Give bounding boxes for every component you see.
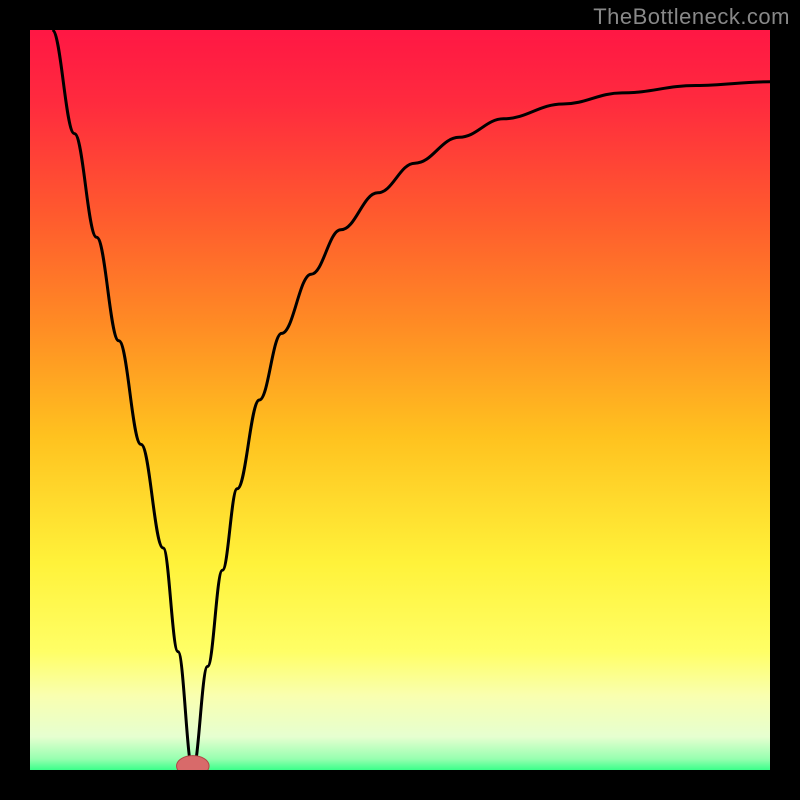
chart-frame: TheBottleneck.com <box>0 0 800 800</box>
plot-svg <box>30 30 770 770</box>
plot-area <box>30 30 770 770</box>
watermark-text: TheBottleneck.com <box>593 4 790 30</box>
gradient-background <box>30 30 770 770</box>
